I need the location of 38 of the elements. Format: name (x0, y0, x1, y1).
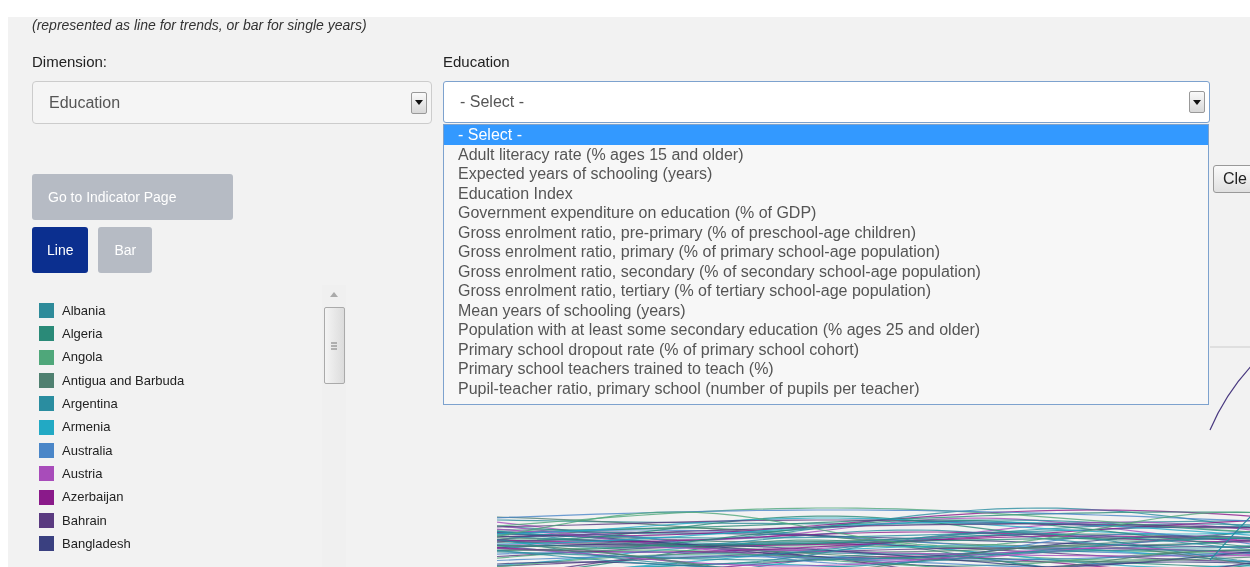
dropdown-option[interactable]: Adult literacy rate (% ages 15 and older) (444, 144, 1208, 164)
country-legend-item[interactable]: Austria (39, 462, 103, 486)
caret-down-icon (415, 100, 423, 105)
dropdown-option[interactable]: Gross enrolment ratio, primary (% of primary school-age population) (444, 242, 1208, 262)
dropdown-option[interactable]: Gross enrolment ratio, pre-primary (% of preschool-age children) (444, 222, 1208, 242)
dropdown-option[interactable]: Education Index (444, 183, 1208, 203)
country-legend-item[interactable]: Algeria (39, 322, 103, 346)
dropdown-option[interactable]: Pupil-teacher ratio, primary school (number of pupils per teacher) (444, 378, 1208, 398)
country-legend-item[interactable]: Antigua and Barbuda (39, 368, 185, 393)
dropdown-arrow-button[interactable] (1189, 91, 1205, 113)
country-legend-item[interactable]: Azerbaijan (39, 485, 124, 509)
dropdown-option[interactable]: Government expenditure on education (% of GDP) (444, 203, 1208, 223)
chart-type-tab[interactable]: Line (32, 227, 89, 273)
scroll-up-icon (330, 292, 338, 297)
country-legend-item[interactable]: Bangladesh (39, 531, 131, 556)
caret-down-icon (1193, 99, 1201, 105)
country-legend-item[interactable]: Armenia (39, 415, 111, 439)
chart-caption: (represented as line for trends, or bar for single years) (32, 17, 367, 33)
dropdown-option[interactable]: Population with at least some secondary education (% ages 25 and older) (444, 320, 1208, 340)
dropdown-option[interactable]: Gross enrolment ratio, tertiary (% of tertiary school-age population) (444, 281, 1208, 301)
dropdown-option[interactable]: Mean years of schooling (years) (444, 300, 1208, 320)
indicator-select[interactable]: - Select - (443, 81, 1210, 123)
dropdown-option[interactable]: Primary school teachers trained to teach (%) (444, 359, 1208, 379)
dropdown-option[interactable]: Expected years of schooling (years) (444, 164, 1208, 184)
country-legend-item[interactable]: Australia (39, 438, 113, 463)
country-legend-item[interactable]: Bahrain (39, 508, 107, 532)
scrollbar-thumb[interactable] (323, 307, 345, 384)
dropdown-option[interactable]: Gross enrolment ratio, secondary (% of secondary school-age population) (444, 261, 1208, 281)
dimension-select[interactable]: Education (32, 81, 432, 124)
clear-button[interactable]: Cle (1213, 165, 1250, 193)
country-legend-item[interactable]: Angola (39, 345, 103, 369)
country-legend-item[interactable]: Argentina (39, 392, 118, 416)
dimension-label: Dimension: (32, 53, 108, 71)
country-legend-item[interactable]: Albania (39, 299, 106, 323)
dropdown-option[interactable]: Primary school dropout rate (% of primary school cohort) (444, 339, 1208, 359)
indicator-label: Education (443, 53, 510, 71)
grip-icon (331, 341, 337, 350)
dropdown-arrow-button[interactable] (411, 91, 427, 114)
